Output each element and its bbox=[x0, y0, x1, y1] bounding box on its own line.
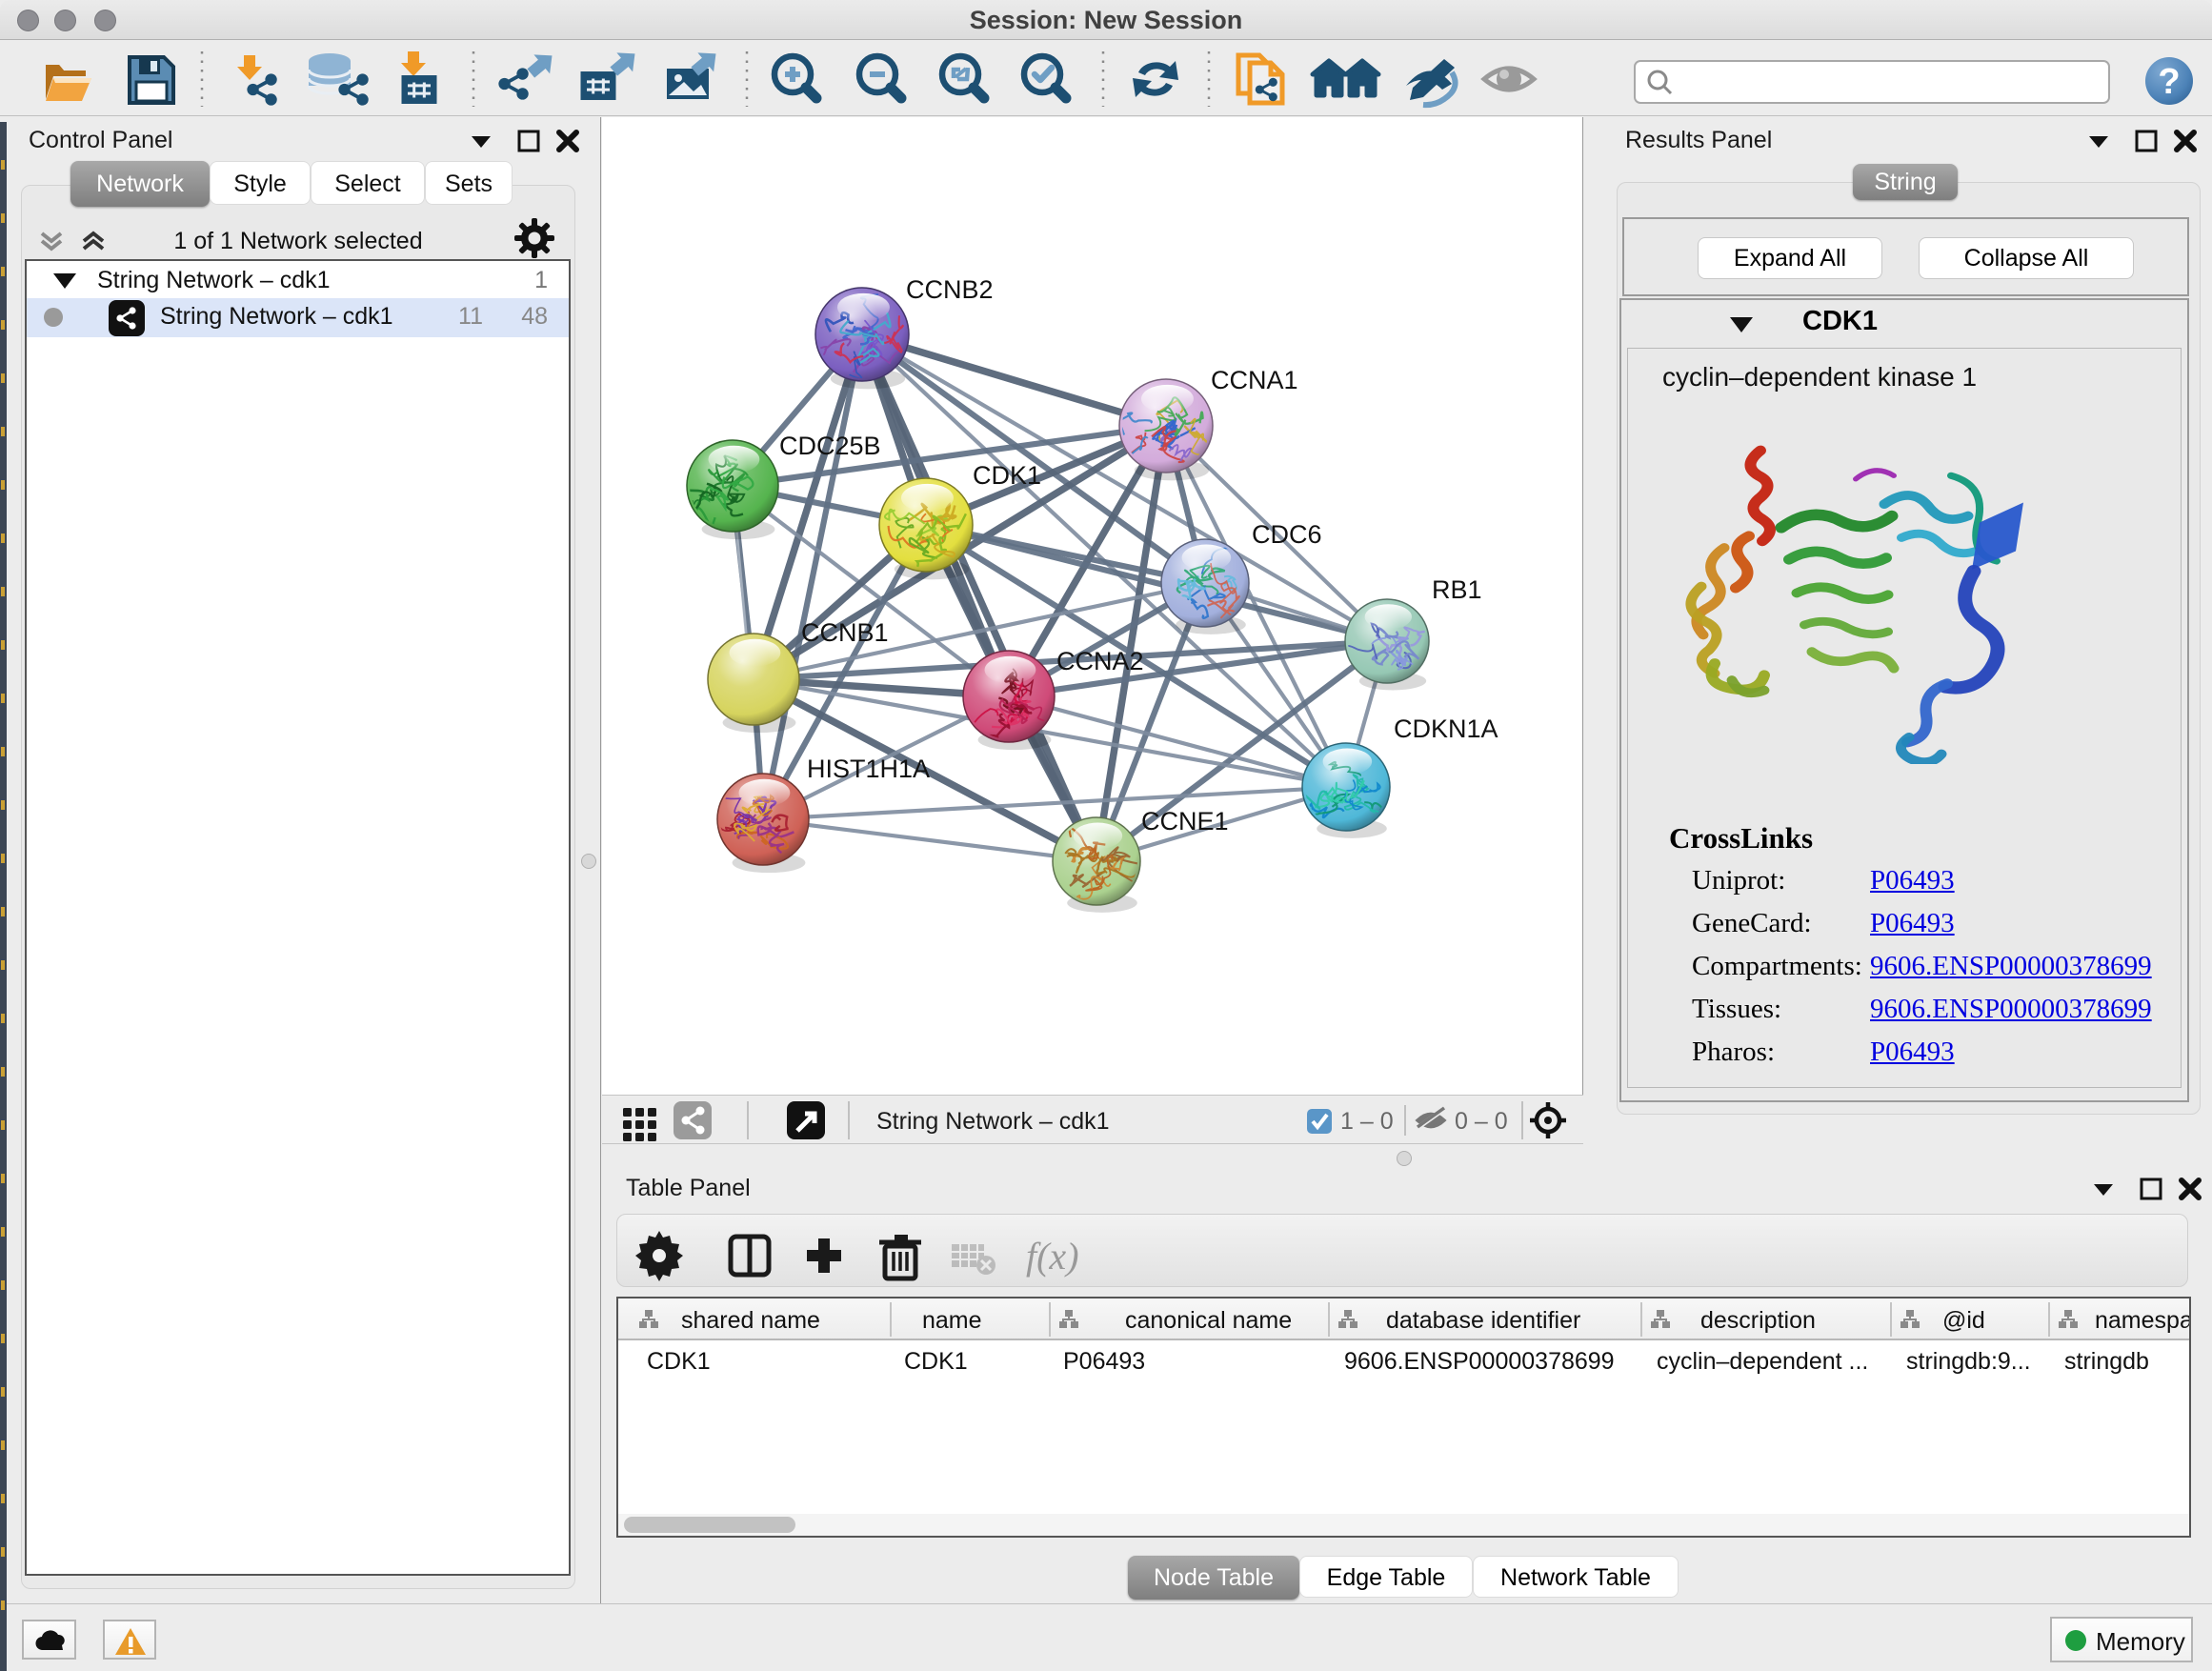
svg-text:CDC25B: CDC25B bbox=[779, 432, 881, 460]
svg-text:?: ? bbox=[2158, 62, 2180, 102]
svg-text:database identifier: database identifier bbox=[1386, 1307, 1580, 1334]
svg-text:description: description bbox=[1700, 1307, 1816, 1334]
svg-text:shared name: shared name bbox=[681, 1307, 820, 1334]
svg-text:CCNB2: CCNB2 bbox=[906, 275, 994, 304]
svg-text:CCNA2: CCNA2 bbox=[1056, 647, 1144, 675]
svg-text:0 – 0: 0 – 0 bbox=[1455, 1108, 1508, 1135]
svg-text:CCNA1: CCNA1 bbox=[1211, 366, 1298, 394]
svg-text:@id: @id bbox=[1942, 1307, 1985, 1334]
svg-text:1 – 0: 1 – 0 bbox=[1340, 1108, 1394, 1135]
svg-text:f(x): f(x) bbox=[1026, 1235, 1079, 1278]
svg-text:String Network – cdk1: String Network – cdk1 bbox=[876, 1108, 1110, 1135]
svg-text:CCNB1: CCNB1 bbox=[801, 618, 889, 647]
svg-text:namespac: namespac bbox=[2095, 1307, 2189, 1334]
svg-text:name: name bbox=[922, 1307, 982, 1334]
svg-text:CDC6: CDC6 bbox=[1252, 520, 1322, 549]
svg-text:RB1: RB1 bbox=[1432, 575, 1482, 604]
svg-text:HIST1H1A: HIST1H1A bbox=[807, 755, 930, 783]
svg-text:CDKN1A: CDKN1A bbox=[1394, 715, 1498, 743]
svg-text:CDK1: CDK1 bbox=[973, 461, 1041, 490]
svg-text:canonical name: canonical name bbox=[1125, 1307, 1292, 1334]
svg-text:CCNE1: CCNE1 bbox=[1141, 807, 1229, 836]
